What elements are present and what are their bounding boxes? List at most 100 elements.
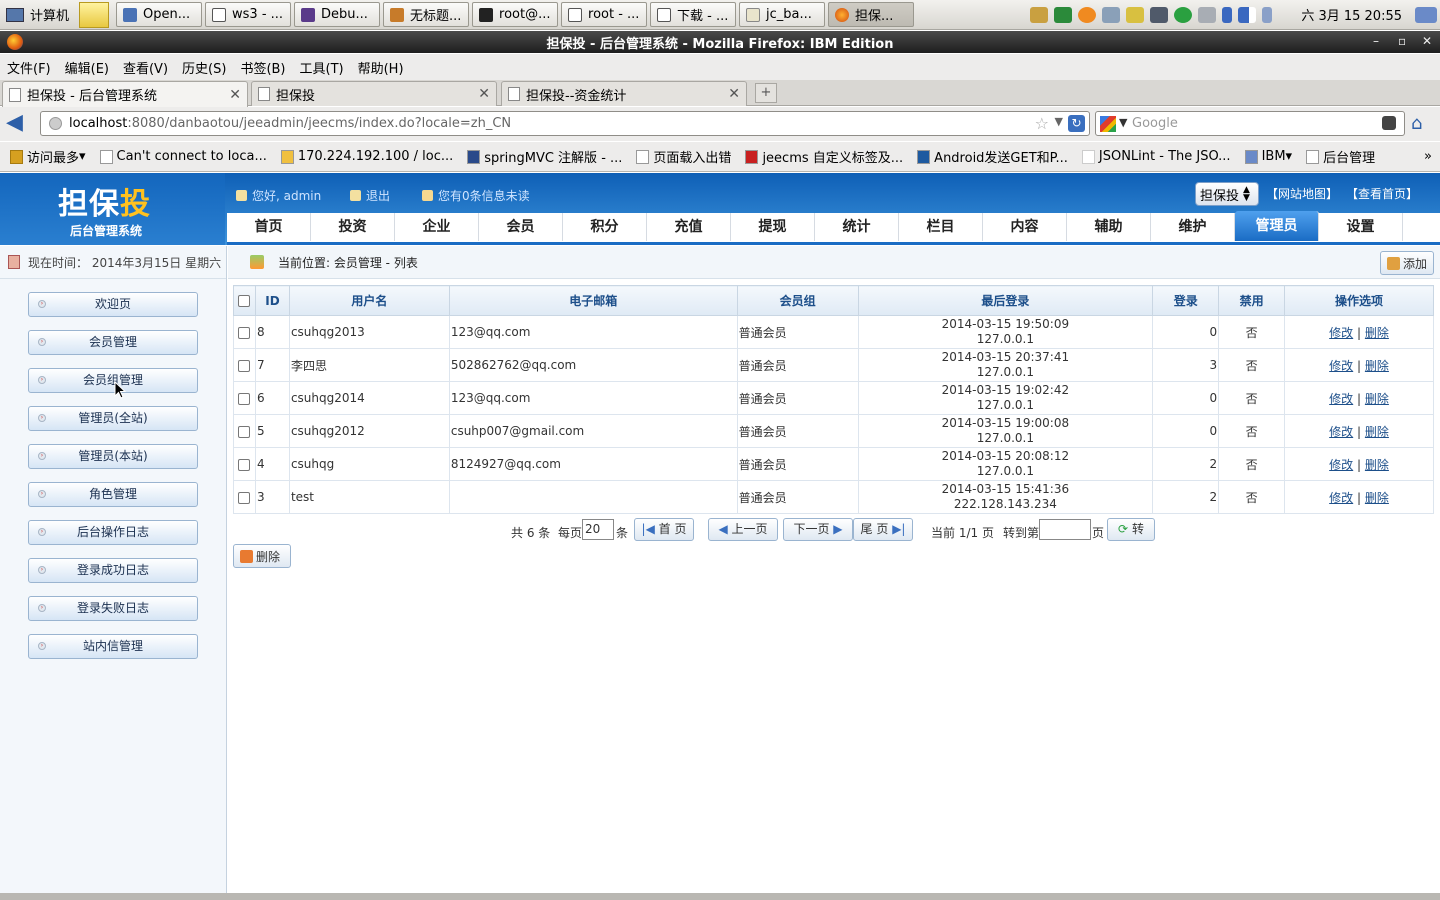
bookmark-item[interactable]: springMVC 注解版 - ... — [463, 147, 626, 166]
messages-link[interactable]: 您有0条信息未读 — [422, 187, 530, 204]
row-checkbox[interactable] — [238, 458, 251, 471]
search-input[interactable]: ▼ Google — [1095, 111, 1405, 136]
bookmark-item[interactable]: jeecms 自定义标签及... — [741, 147, 907, 166]
tab-danbaotou[interactable]: 担保投 ✕ — [251, 81, 497, 106]
delete-link[interactable]: 删除 — [1365, 359, 1389, 373]
new-tab-icon[interactable]: + — [755, 83, 777, 103]
sidebar-item-members[interactable]: › 会员管理 — [28, 330, 198, 355]
reload-icon[interactable]: ↻ — [1068, 115, 1085, 132]
menu-history[interactable]: 历史(S) — [175, 58, 233, 77]
tab-close-icon[interactable]: ✕ — [728, 86, 740, 102]
nav-settings[interactable]: 设置 — [1319, 213, 1403, 241]
row-checkbox[interactable] — [238, 359, 251, 372]
per-page-input[interactable]: 20 — [582, 519, 614, 540]
last-page-button[interactable]: 尾 页 ▶| — [853, 518, 913, 541]
delete-link[interactable]: 删除 — [1365, 425, 1389, 439]
taskbar-item[interactable]: Debu... — [294, 2, 381, 27]
taskbar-item[interactable]: ws3 - ... — [205, 2, 292, 27]
row-checkbox[interactable] — [238, 392, 251, 405]
bookmark-item[interactable]: JSONLint - The JSO... — [1078, 149, 1235, 164]
menu-tools[interactable]: 工具(T) — [293, 58, 351, 77]
site-select[interactable]: 担保投 ▲ ▼ — [1195, 182, 1259, 206]
battery-icon[interactable] — [1262, 6, 1273, 23]
sidebar-item-member-groups[interactable]: › 会员组管理 — [28, 368, 198, 393]
network-icon[interactable] — [1030, 6, 1049, 23]
col-login-count[interactable]: 登录 — [1152, 285, 1220, 316]
nav-member[interactable]: 会员 — [479, 213, 563, 241]
view-home-link[interactable]: 【查看首页】 — [1346, 185, 1418, 202]
menu-file[interactable]: 文件(F) — [0, 58, 58, 77]
sidebar-item-admin-all[interactable]: › 管理员(全站) — [28, 406, 198, 431]
tab-admin[interactable]: 担保投 - 后台管理系统 ✕ — [2, 81, 248, 107]
sidebar-item-login-success-log[interactable]: › 登录成功日志 — [28, 558, 198, 583]
bookmark-folder[interactable]: 访问最多 ▾ — [6, 147, 90, 166]
menu-help[interactable]: 帮助(H) — [351, 58, 411, 77]
col-username[interactable]: 用户名 — [288, 285, 450, 316]
delete-link[interactable]: 删除 — [1365, 491, 1389, 505]
logout-link[interactable]: 退出 — [350, 187, 390, 204]
batch-delete-button[interactable]: 删除 — [233, 544, 291, 568]
menu-edit[interactable]: 编辑(E) — [58, 58, 116, 77]
sidebar-item-roles[interactable]: › 角色管理 — [28, 482, 198, 507]
nav-column[interactable]: 栏目 — [899, 213, 983, 241]
taskbar-item[interactable]: 无标题... — [383, 2, 470, 27]
computer-menu[interactable]: 计算机 — [0, 0, 75, 30]
sidebar-item-welcome[interactable]: › 欢迎页 — [28, 292, 198, 317]
nav-assist[interactable]: 辅助 — [1067, 213, 1151, 241]
first-page-button[interactable]: |◀ 首 页 — [634, 518, 694, 541]
monitor-icon[interactable] — [1054, 6, 1073, 23]
pen-icon[interactable] — [1126, 6, 1145, 23]
goto-button[interactable]: ⟳ 转 — [1107, 518, 1155, 541]
row-checkbox[interactable] — [238, 326, 251, 339]
nav-stats[interactable]: 统计 — [815, 213, 899, 241]
chevron-down-icon[interactable]: ▼ — [1055, 115, 1063, 128]
edit-link[interactable]: 修改 — [1329, 425, 1353, 439]
sidebar-item-oplog[interactable]: › 后台操作日志 — [28, 520, 198, 545]
sidebar-item-admin-site[interactable]: › 管理员(本站) — [28, 444, 198, 469]
menu-bookmarks[interactable]: 书签(B) — [233, 58, 292, 77]
goto-page-input[interactable] — [1039, 519, 1091, 540]
edit-link[interactable]: 修改 — [1329, 326, 1353, 340]
delete-link[interactable]: 删除 — [1365, 392, 1389, 406]
col-email[interactable]: 电子邮箱 — [448, 285, 738, 316]
next-page-button[interactable]: 下一页 ▶ — [783, 518, 853, 541]
notes-launcher-icon[interactable] — [79, 1, 110, 28]
col-group[interactable]: 会员组 — [736, 285, 859, 316]
bookmark-item[interactable]: 170.224.192.100 / loc... — [277, 149, 457, 164]
col-id[interactable]: ID — [254, 285, 290, 316]
edit-link[interactable]: 修改 — [1329, 392, 1353, 406]
check-icon[interactable] — [1174, 6, 1193, 23]
clock[interactable]: 六 3月 15 20:55 — [1301, 5, 1402, 24]
row-checkbox[interactable] — [238, 491, 251, 504]
bookmark-item[interactable]: 后台管理 — [1302, 147, 1379, 166]
taskbar-item[interactable]: jc_ba... — [739, 2, 826, 27]
taskbar-item[interactable]: root@... — [472, 2, 559, 27]
tab-fund-stats[interactable]: 担保投--资金统计 ✕ — [501, 81, 747, 106]
row-checkbox[interactable] — [238, 425, 251, 438]
add-button[interactable]: 添加 — [1380, 251, 1434, 275]
bookmark-item[interactable]: Android发送GET和P... — [913, 147, 1072, 166]
bluetooth-icon[interactable] — [1222, 6, 1233, 23]
edit-link[interactable]: 修改 — [1329, 359, 1353, 373]
bookmark-folder[interactable]: IBM ▾ — [1241, 149, 1297, 164]
nav-maintain[interactable]: 维护 — [1151, 213, 1235, 241]
volume-icon[interactable] — [1198, 6, 1217, 23]
menu-view[interactable]: 查看(V) — [116, 58, 175, 77]
nav-content[interactable]: 内容 — [983, 213, 1067, 241]
tab-close-icon[interactable]: ✕ — [229, 87, 241, 103]
nav-points[interactable]: 积分 — [563, 213, 647, 241]
binoculars-icon[interactable] — [1382, 116, 1396, 130]
signal-icon[interactable] — [1238, 6, 1257, 23]
update-icon[interactable] — [1078, 6, 1097, 23]
nav-admin[interactable]: 管理员 — [1235, 211, 1319, 241]
chevron-down-icon[interactable]: ▼ — [1119, 116, 1127, 129]
bookmark-item[interactable]: Can't connect to loca... — [96, 149, 271, 164]
sitemap-link[interactable]: 【网站地图】 — [1266, 185, 1338, 202]
screen-icon[interactable] — [1150, 6, 1169, 23]
bookmark-star-icon[interactable]: ☆ — [1035, 114, 1049, 133]
select-all-checkbox[interactable] — [238, 295, 251, 307]
overflow-icon[interactable]: » — [1420, 149, 1436, 164]
sidebar-item-login-fail-log[interactable]: › 登录失败日志 — [28, 596, 198, 621]
col-last-login[interactable]: 最后登录 — [857, 285, 1154, 316]
home-icon[interactable]: ⌂ — [1411, 113, 1433, 134]
